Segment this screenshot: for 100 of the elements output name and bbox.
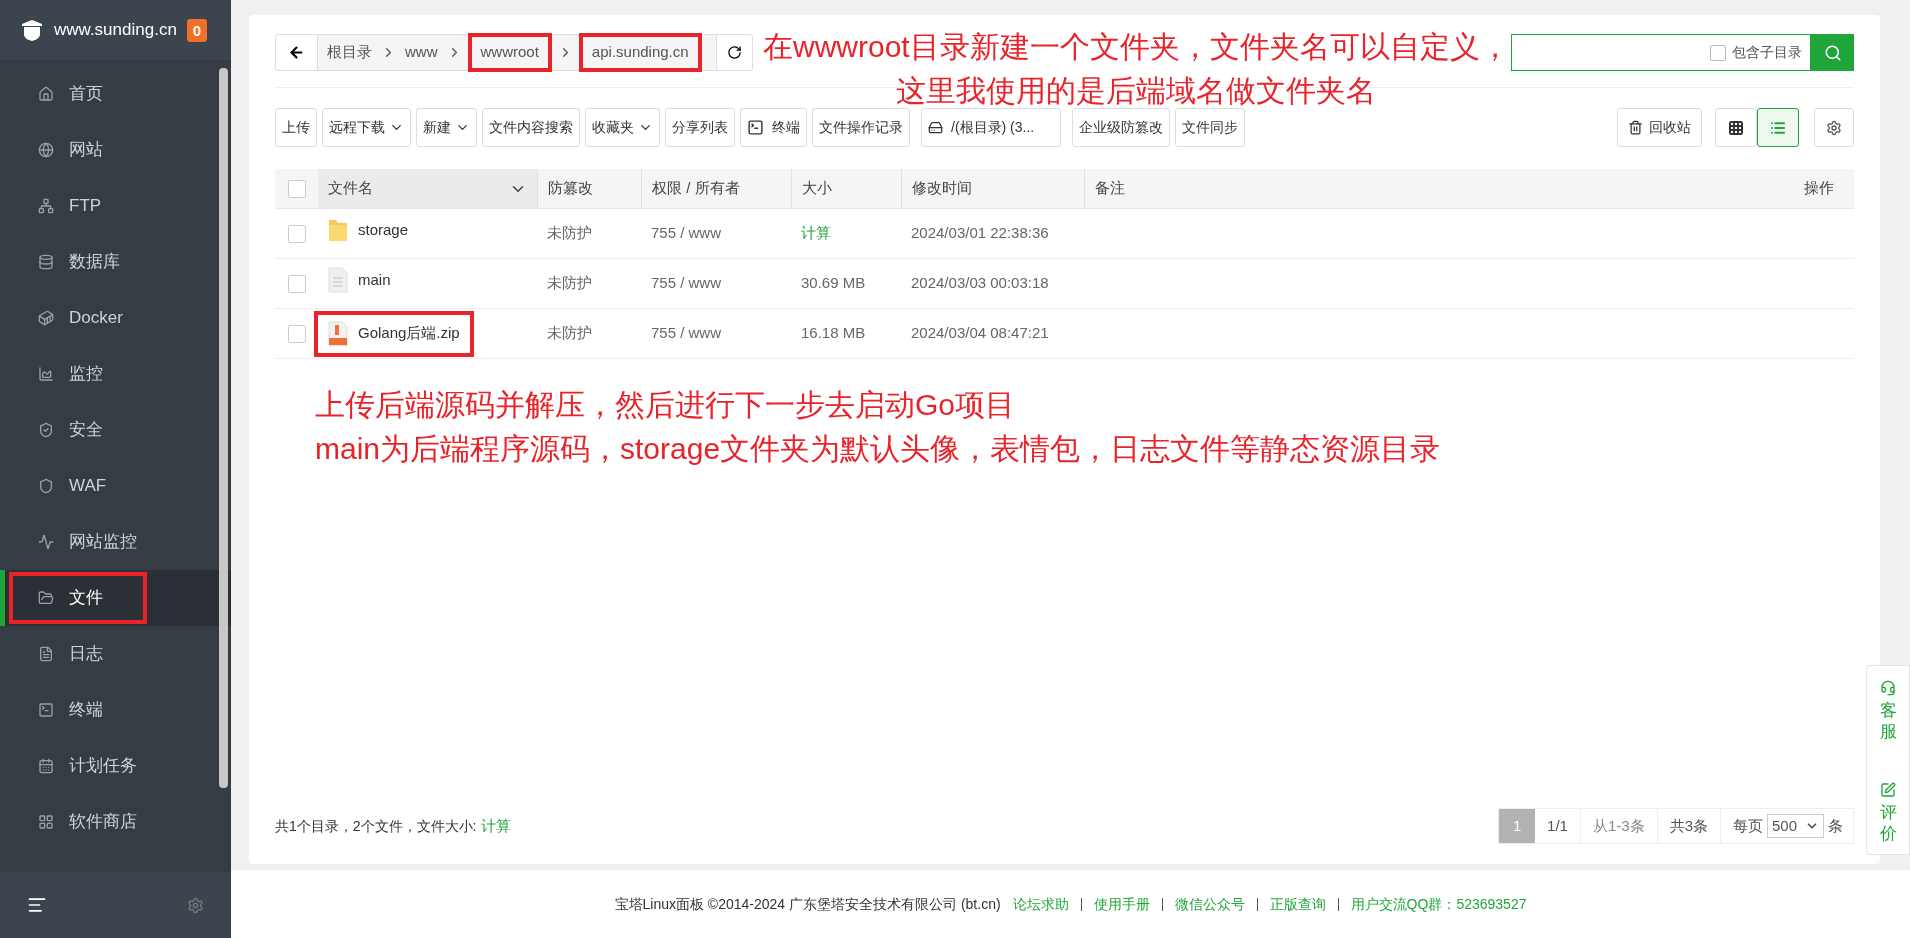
sidebar-item[interactable]: 网站 <box>0 122 231 178</box>
sidebar-item[interactable]: 日志 <box>0 626 231 682</box>
menu-icon <box>38 422 54 438</box>
column-header[interactable]: 文件名 <box>318 169 537 208</box>
sidebar-item[interactable]: 安全 <box>0 402 231 458</box>
sidebar-item[interactable]: 监控 <box>0 346 231 402</box>
menu-icon <box>38 590 54 606</box>
column-header[interactable]: 操作 <box>1308 169 1854 208</box>
sidebar-item[interactable]: 数据库 <box>0 234 231 290</box>
grid-icon <box>1728 119 1744 136</box>
menu-icon <box>38 198 54 214</box>
dropdown-button[interactable]: 收藏夹 <box>585 108 660 147</box>
toolbar-button[interactable]: 上传 <box>275 108 317 147</box>
grid-view-button[interactable] <box>1715 108 1757 147</box>
terminal-button[interactable]: 终端 <box>740 108 807 147</box>
collapse-icon[interactable] <box>27 895 47 915</box>
page-info: 1/1 <box>1535 809 1581 843</box>
settings-button[interactable] <box>1814 108 1854 147</box>
toolbar-button[interactable]: 分享列表 <box>665 108 735 147</box>
table-cell-text: 未防护 <box>546 273 593 294</box>
breadcrumb-item[interactable]: wwwroot <box>477 41 542 64</box>
file-row[interactable]: storage 未防护 755 / www 计算 2024/03/01 22:38:36 <box>275 209 1854 259</box>
column-header[interactable]: 大小 <box>791 169 901 208</box>
per-page-label: 每页 <box>1731 815 1764 836</box>
annotation-text: 这里我使用的是后端域名做文件夹名 <box>896 73 1377 109</box>
terminal-icon <box>747 119 764 136</box>
table-cell-text: 16.18 MB <box>800 323 867 344</box>
menu-label: 文件 <box>69 587 103 610</box>
file-row[interactable]: Golang后端.zip 未防护 755 / www 16.18 MB 2024/03/04 08:47:21 <box>275 309 1854 359</box>
row-checkbox[interactable] <box>287 324 306 343</box>
menu-label: 软件商店 <box>69 811 137 834</box>
checkbox[interactable] <box>1710 44 1726 61</box>
checkbox-label: 包含子目录 <box>1732 43 1802 62</box>
column-header[interactable]: 防篡改 <box>537 169 641 208</box>
menu-label: 计划任务 <box>69 755 137 778</box>
zip-file-icon <box>328 320 348 347</box>
recycle-bin-button[interactable]: 回收站 <box>1617 108 1702 147</box>
sidebar-item[interactable]: WAF <box>0 458 231 514</box>
summary-text: 共1个目录，2个文件，文件大小: <box>275 816 477 836</box>
menu-label: 首页 <box>69 83 103 106</box>
breadcrumb-item[interactable]: www <box>402 41 441 64</box>
file-name[interactable]: storage <box>358 219 409 242</box>
menu-label: 监控 <box>69 363 103 386</box>
column-header[interactable]: 修改时间 <box>901 169 1084 208</box>
row-checkbox[interactable] <box>287 224 306 243</box>
table-cell-text: 2024/03/04 08:47:21 <box>910 323 1050 344</box>
menu-icon <box>38 254 54 270</box>
copyright-text: 宝塔Linux面板 ©2014-2024 广东堡塔安全技术有限公司 (bt.cn) <box>614 894 1001 914</box>
toolbar-button[interactable]: 文件操作记录 <box>812 108 910 147</box>
table-cell-text: 30.69 MB <box>800 273 867 294</box>
row-checkbox[interactable] <box>287 274 306 293</box>
toolbar-button[interactable]: 文件同步 <box>1175 108 1245 147</box>
menu-icon <box>38 142 54 158</box>
trash-icon <box>1628 120 1643 135</box>
settings-icon[interactable] <box>187 896 204 914</box>
sidebar-item[interactable]: 首页 <box>0 66 231 122</box>
table-cell-text: 2024/03/01 22:38:36 <box>910 223 1050 244</box>
toolbar-button[interactable]: 文件内容搜索 <box>482 108 580 147</box>
disk-button[interactable]: /(根目录) (3... <box>921 108 1061 147</box>
sidebar-item[interactable]: 终端 <box>0 682 231 738</box>
menu-icon <box>38 534 54 550</box>
sidebar-item[interactable]: Docker <box>0 290 231 346</box>
site-name: www.sunding.cn <box>54 19 177 42</box>
file-name[interactable]: main <box>358 269 391 292</box>
refresh-icon <box>727 45 742 60</box>
annotation-text: 上传后端源码并解压，然后进行下一步去启动Go项目 <box>315 387 1016 423</box>
dropdown-button[interactable]: 远程下载 <box>322 108 411 147</box>
sidebar-item[interactable]: 计划任务 <box>0 738 231 794</box>
menu-label: 数据库 <box>69 251 120 274</box>
column-header[interactable]: 备注 <box>1084 169 1308 208</box>
file-row[interactable]: main 未防护 755 / www 30.69 MB 2024/03/03 00:03:18 <box>275 259 1854 309</box>
sidebar-item[interactable]: FTP <box>0 178 231 234</box>
column-header[interactable]: 权限 / 所有者 <box>641 169 791 208</box>
menu-icon <box>38 478 54 494</box>
search-button[interactable] <box>1811 34 1854 71</box>
table-cell-text: 未防护 <box>546 223 593 244</box>
search-field[interactable]: 包含子目录 <box>1511 34 1811 71</box>
table-cell-text: 2024/03/03 00:03:18 <box>910 273 1050 294</box>
table-cell-text: 755 / www <box>650 273 723 294</box>
menu-label: 终端 <box>69 699 103 722</box>
sidebar-item[interactable]: 网站监控 <box>0 514 231 570</box>
toolbar-button[interactable]: 企业级防篡改 <box>1072 108 1170 147</box>
menu-icon <box>38 702 54 718</box>
notification-badge: 0 <box>186 18 208 42</box>
table-cell-text: 未防护 <box>546 323 593 344</box>
menu-label: FTP <box>69 195 102 218</box>
per-page-select[interactable]: 500 <box>1766 814 1824 838</box>
annotation-text: 在wwwroot目录新建一个文件夹，文件夹名可以自定义， <box>763 29 1510 65</box>
menu-label: WAF <box>69 475 107 498</box>
sidebar-item[interactable]: 软件商店 <box>0 794 231 850</box>
sidebar-item[interactable]: 文件 <box>0 570 231 626</box>
breadcrumb-item[interactable]: api.sunding.cn <box>588 41 692 64</box>
annotation-text: main为后端程序源码，storage文件夹为默认头像，表情包，日志文件等静态资源目录 <box>315 431 1441 467</box>
menu-label: 网站 <box>69 139 103 162</box>
select-all-checkbox[interactable] <box>287 179 306 198</box>
dropdown-button[interactable]: 新建 <box>416 108 477 147</box>
file-name[interactable]: Golang后端.zip <box>358 322 460 345</box>
breadcrumb-item[interactable]: 根目录 <box>324 41 375 64</box>
logo-icon <box>20 18 44 42</box>
menu-label: 网站监控 <box>69 531 137 554</box>
